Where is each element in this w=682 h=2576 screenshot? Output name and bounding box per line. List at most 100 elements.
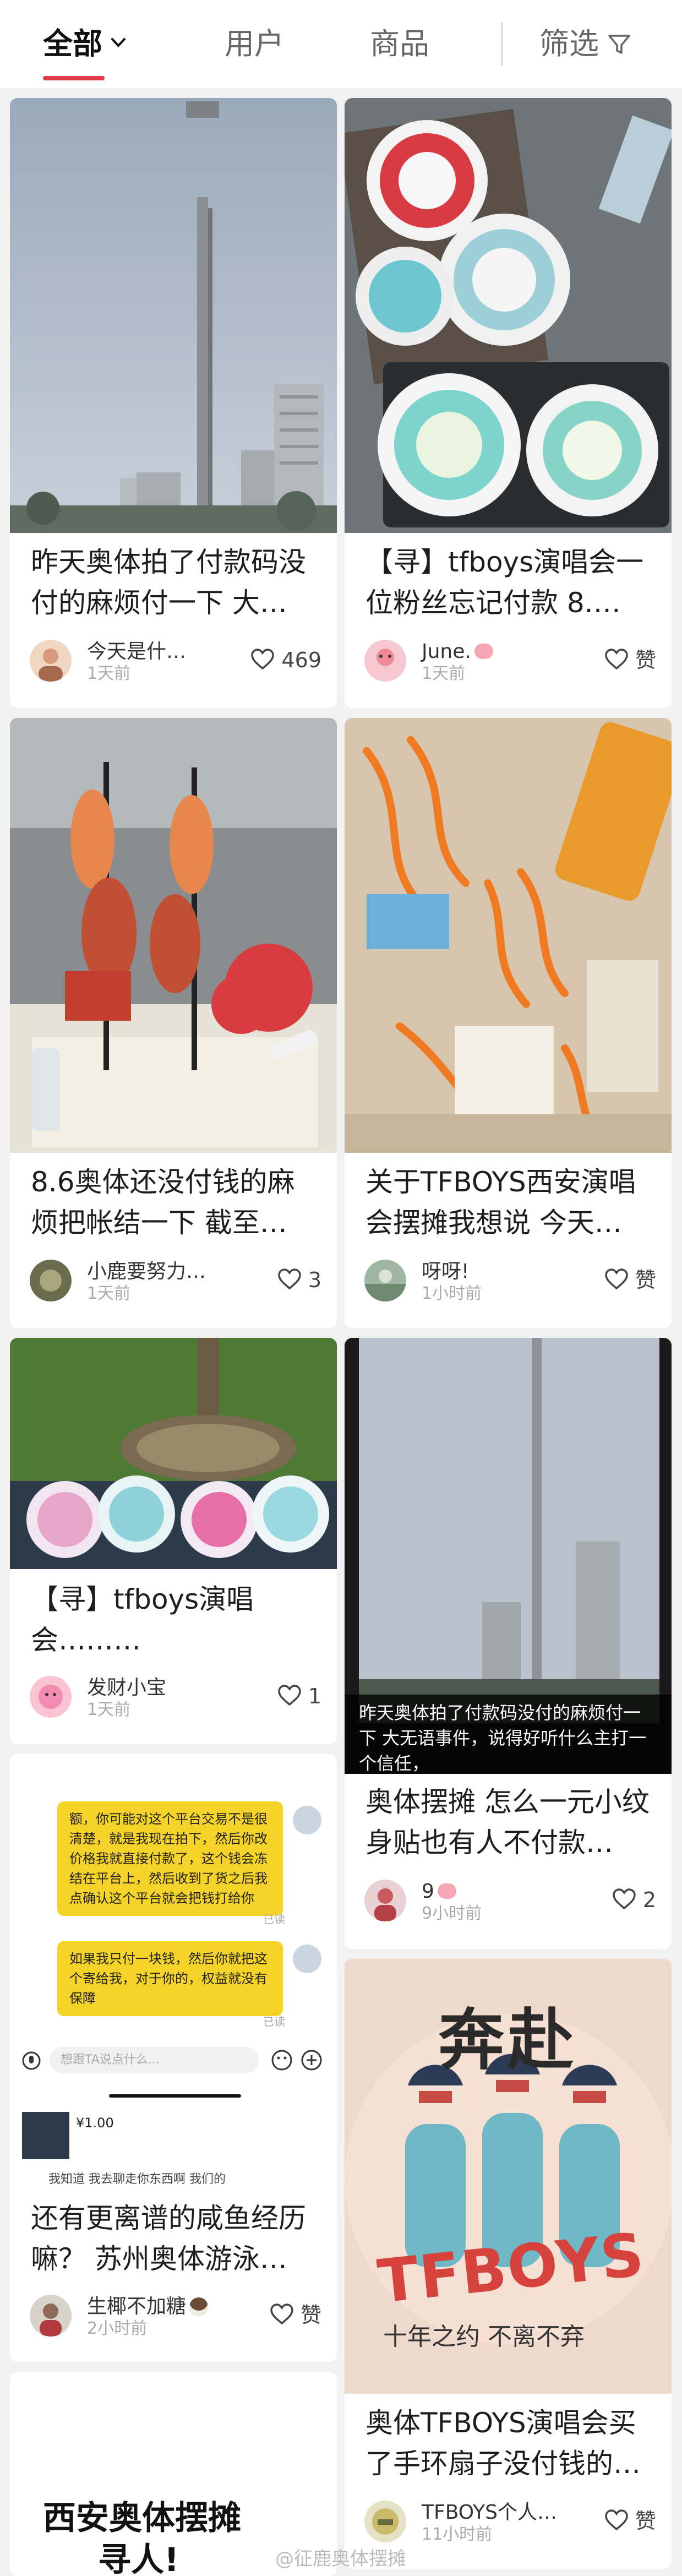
avatar[interactable]: [30, 1260, 72, 1301]
heart-icon: [278, 1268, 301, 1290]
top-tab-bar: 全部 用户 商品 筛选: [0, 0, 682, 88]
like-button[interactable]: 2: [612, 1886, 656, 1914]
product-thumb: [22, 2112, 69, 2159]
post-time: 1天前: [87, 1284, 131, 1303]
tab-all[interactable]: 全部: [43, 22, 127, 66]
post-image: [10, 98, 337, 533]
like-count: 赞: [635, 2509, 656, 2533]
post-title: 奥体TFBOYS演唱会买了手环扇子没付钱的…: [365, 2407, 641, 2480]
author-name[interactable]: 9: [422, 1880, 456, 1904]
microphone-icon: [22, 2051, 41, 2070]
emoji-icon: [271, 2050, 292, 2071]
post-time: 2小时前: [87, 2319, 148, 2338]
avatar[interactable]: [364, 640, 406, 682]
post-image: 昨天奥体拍了付款码没付的麻烦付一下 大无语事件，说得好听什么主打一个信任，: [345, 1338, 672, 1774]
avatar[interactable]: [30, 640, 72, 682]
like-count: 1: [308, 1684, 321, 1708]
post-meta: 呀呀! 1小时前 赞: [364, 1259, 656, 1303]
post-cover-line1: 西安奥体摆摊: [43, 2499, 241, 2537]
like-count: 3: [308, 1268, 321, 1292]
post-image: [10, 718, 337, 1153]
post-image: 额，你可能对这个平台交易不是很清楚，就是我现在拍下，然后你改价格我就直接付款了，…: [10, 1754, 337, 2189]
like-button[interactable]: 3: [277, 1266, 321, 1294]
chevron-down-icon: [111, 38, 126, 47]
chat-avatar: [293, 1945, 321, 1973]
read-status: 已读: [263, 2015, 285, 2028]
post-card[interactable]: 奔赴 TFBOYS 十年之约 不离不弃 奥体TFBOYS演唱会买了手环扇子没付钱…: [345, 1959, 672, 2569]
like-count: 469: [281, 648, 321, 672]
read-status: 已读: [263, 1913, 285, 1926]
heart-icon: [605, 2509, 628, 2531]
post-title: 8.6奥体还没付钱的麻烦把帐结一下 截至…: [31, 1166, 295, 1239]
like-button[interactable]: 赞: [270, 2301, 321, 2329]
post-image: [345, 718, 672, 1153]
post-title: 昨天奥体拍了付款码没付的麻烦付一下 大…: [31, 546, 306, 619]
post-meta: TFBOYS个人… 11小时前 赞: [364, 2499, 656, 2544]
post-meta: 生椰不加糖 2小时前 赞: [30, 2294, 321, 2338]
like-count: 赞: [635, 1268, 656, 1292]
avatar[interactable]: [364, 2501, 406, 2542]
post-card[interactable]: 昨天奥体拍了付款码没付的麻烦付一下 大… 今天是什… 1天前 469: [10, 98, 337, 708]
filter-button[interactable]: 筛选: [539, 22, 632, 66]
chat-input-bar: 想跟TA说点什么...: [10, 2040, 337, 2079]
tab-all-label: 全部: [43, 26, 102, 61]
post-time: 1天前: [87, 1700, 131, 1719]
post-meta: 小鹿要努力… 1天前 3: [30, 1259, 321, 1303]
post-card[interactable]: 【寻】tfboys演唱会……… 8.6TFBOYS… 发财小宝 1天前 1: [10, 1338, 337, 1744]
heart-icon: [251, 649, 275, 670]
like-button[interactable]: 赞: [604, 646, 656, 674]
post-time: 11小时前: [422, 2525, 493, 2544]
like-count: 2: [642, 1888, 656, 1912]
post-meta: 发财小宝 1天前 1: [30, 1675, 321, 1719]
like-button[interactable]: 469: [250, 646, 321, 674]
like-count: 赞: [300, 2303, 321, 2327]
watermark: @征鹿奥体摆摊: [275, 2548, 406, 2570]
chat-message: 额，你可能对这个平台交易不是很清楚，就是我现在拍下，然后你改价格我就直接付款了，…: [57, 1801, 283, 1916]
author-name[interactable]: 小鹿要努力…: [87, 1260, 206, 1284]
chat-tip: 我知道 我去聊走你东西啊 我们的: [48, 2172, 226, 2186]
avatar[interactable]: [30, 1676, 72, 1718]
tab-goods[interactable]: 商品: [370, 22, 429, 66]
post-card[interactable]: 关于TFBOYS西安演唱会摆摊我想说 今天… 呀呀! 1小时前 赞: [345, 718, 672, 1328]
post-cover-line2: 寻人!: [98, 2541, 179, 2576]
chat-input[interactable]: 想跟TA说点什么...: [50, 2047, 259, 2073]
tab-users[interactable]: 用户: [225, 22, 284, 66]
like-button[interactable]: 赞: [604, 1266, 656, 1294]
author-name[interactable]: 生椰不加糖: [87, 2295, 209, 2319]
avatar[interactable]: [364, 1260, 406, 1301]
post-card[interactable]: 【寻】tfboys演唱会一位粉丝忘记付款 8.… June. 1天前 赞: [345, 98, 672, 708]
post-meta: 9 9小时前 2: [364, 1878, 656, 1923]
post-title: 关于TFBOYS西安演唱会摆摊我想说 今天…: [365, 1166, 636, 1239]
post-time: 9小时前: [422, 1904, 482, 1923]
avatar[interactable]: [30, 2295, 72, 2337]
heart-icon: [613, 1888, 636, 1910]
post-meta: June. 1天前 赞: [364, 639, 656, 683]
author-name[interactable]: 今天是什…: [87, 640, 186, 664]
chat-message: 如果我只付一块钱，然后你就把这个寄给我，对于你的，权益就没有保障: [57, 1941, 283, 2016]
post-time: 1小时前: [422, 1284, 482, 1303]
post-card[interactable]: 昨天奥体拍了付款码没付的麻烦付一下 大无语事件，说得好听什么主打一个信任， 奥体…: [345, 1338, 672, 1949]
heart-icon: [278, 1685, 301, 1706]
author-name[interactable]: TFBOYS个人…: [422, 2501, 557, 2525]
like-button[interactable]: 1: [277, 1682, 321, 1710]
post-card[interactable]: 8.6奥体还没付钱的麻烦把帐结一下 截至… 小鹿要努力… 1天前 3: [10, 718, 337, 1328]
post-image: 奔赴 TFBOYS 十年之约 不离不弃: [345, 1959, 672, 2394]
post-image: [10, 1338, 337, 1569]
plus-icon: [301, 2050, 322, 2071]
filter-icon: [608, 35, 630, 54]
post-card[interactable]: 额，你可能对这个平台交易不是很清楚，就是我现在拍下，然后你改价格我就直接付款了，…: [10, 1754, 337, 2362]
pig-emoji-icon: [437, 1883, 456, 1899]
post-title: 奥体摆摊 怎么一元小纹身贴也有人不付款…: [365, 1786, 650, 1859]
post-meta: 今天是什… 1天前 469: [30, 639, 321, 683]
author-name[interactable]: 发财小宝: [87, 1676, 166, 1700]
video-caption: 昨天奥体拍了付款码没付的麻烦付一下 大无语事件，说得好听什么主打一个信任，: [345, 1695, 672, 1774]
pig-emoji-icon: [474, 644, 493, 659]
chat-avatar: [293, 1806, 321, 1834]
post-image: [345, 98, 672, 533]
like-count: 赞: [635, 648, 656, 672]
author-name[interactable]: 呀呀!: [422, 1260, 469, 1284]
like-button[interactable]: 赞: [604, 2507, 656, 2535]
avatar[interactable]: [364, 1880, 406, 1921]
author-name[interactable]: June.: [422, 640, 493, 664]
fan-top-text: 奔赴: [438, 2001, 577, 2079]
